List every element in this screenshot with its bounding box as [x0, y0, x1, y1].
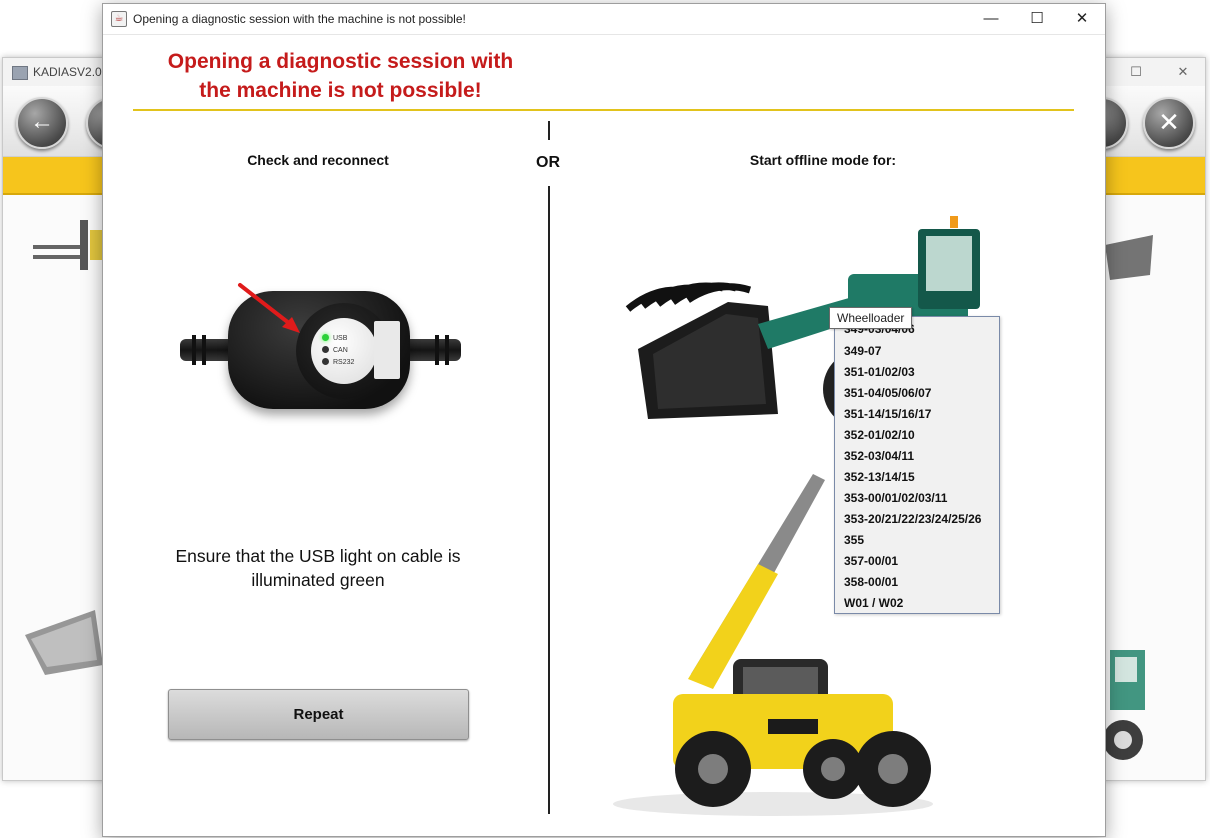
instruction-line-2: illuminated green — [251, 570, 385, 590]
menu-item-351-14-15-16-17[interactable]: 351-14/15/16/17 — [844, 407, 931, 421]
minimize-button[interactable]: — — [969, 6, 1013, 32]
or-label: OR — [536, 154, 560, 171]
loader-image-right — [1105, 650, 1145, 760]
background-close-button[interactable]: ✕ — [1173, 62, 1193, 82]
usb-led-label: USB — [333, 335, 348, 342]
menu-item-357-00-01[interactable]: 357-00/01 — [844, 554, 898, 568]
menu-item-352-03-04-11[interactable]: 352-03/04/11 — [844, 449, 914, 463]
bucket-image-right — [1105, 235, 1153, 280]
instruction-line-1: Ensure that the USB light on cable is — [175, 546, 461, 566]
led-panel: USB CAN RS232 — [311, 318, 377, 384]
menu-item-353-00-01-02-03-11[interactable]: 353-00/01/02/03/11 — [844, 491, 947, 505]
vertical-divider — [548, 186, 550, 814]
can-led-label: CAN — [333, 347, 348, 354]
usb-instruction-text: Ensure that the USB light on cable is il… — [158, 544, 478, 592]
wheelloader-model-menu[interactable]: 349-03/04/06 349-07 351-01/02/03 351-04/… — [834, 316, 1000, 614]
close-button[interactable]: ✕ — [1060, 6, 1104, 32]
cable-ring — [192, 335, 196, 365]
cable-ring — [445, 335, 449, 365]
exit-button[interactable]: ✕ — [1143, 97, 1195, 149]
menu-item-w01-w02[interactable]: W01 / W02 — [844, 596, 903, 610]
can-led-row: CAN — [322, 346, 348, 355]
loader-bucket-image — [25, 610, 103, 675]
red-pointer-arrow-icon — [238, 283, 300, 333]
menu-item-358-00-01[interactable]: 358-00/01 — [844, 575, 898, 589]
menu-item-352-01-02-10[interactable]: 352-01/02/10 — [844, 428, 915, 442]
app-icon — [12, 66, 28, 80]
maximize-button[interactable]: ☐ — [1015, 6, 1059, 32]
rs232-led-label: RS232 — [333, 359, 355, 366]
back-button[interactable]: ← — [16, 97, 68, 149]
headline-divider — [133, 109, 1074, 111]
background-window-title: KADIASV2.0.4 — [33, 65, 112, 79]
dialog-window-title: Opening a diagnostic session with the ma… — [133, 12, 466, 26]
menu-item-349-07[interactable]: 349-07 — [844, 344, 881, 358]
headline-line-2: the machine is not possible! — [199, 79, 482, 102]
can-led-icon — [322, 346, 329, 353]
usb-led-icon — [322, 334, 329, 341]
offline-mode-heading: Start offline mode for: — [749, 152, 897, 168]
cable-right — [406, 339, 461, 361]
error-dialog: ☕ Opening a diagnostic session with the … — [102, 3, 1106, 837]
cable-ring — [202, 335, 206, 365]
usb-diagnostic-cable-image: USB CAN RS232 — [178, 279, 463, 419]
menu-item-355[interactable]: 355 — [844, 533, 864, 547]
check-reconnect-heading: Check and reconnect — [247, 152, 389, 168]
menu-item-351-01-02-03[interactable]: 351-01/02/03 — [844, 365, 915, 379]
repeat-button[interactable]: Repeat — [168, 689, 469, 740]
cable-ring — [435, 335, 439, 365]
error-headline: Opening a diagnostic session with the ma… — [133, 47, 548, 105]
wheelloader-tooltip: Wheelloader — [829, 307, 913, 329]
menu-item-352-13-14-15[interactable]: 352-13/14/15 — [844, 470, 915, 484]
device-serial-label — [374, 321, 400, 379]
java-app-icon: ☕ — [111, 11, 127, 27]
headline-line-1: Opening a diagnostic session with — [167, 50, 514, 73]
menu-item-353-20-26[interactable]: 353-20/21/22/23/24/25/26 — [844, 512, 981, 526]
rs232-led-icon — [322, 358, 329, 365]
back-arrow-icon: ← — [30, 108, 54, 135]
background-maximize-button[interactable]: ☐ — [1126, 62, 1146, 82]
close-icon: ✕ — [1158, 107, 1180, 137]
menu-item-351-04-05-06-07[interactable]: 351-04/05/06/07 — [844, 386, 931, 400]
rs232-led-row: RS232 — [322, 358, 354, 367]
cable-left — [180, 339, 235, 361]
dialog-titlebar: ☕ Opening a diagnostic session with the … — [103, 4, 1105, 35]
vertical-divider-top — [548, 121, 550, 140]
usb-led-row: USB — [322, 334, 347, 343]
forklift-image — [33, 220, 108, 270]
